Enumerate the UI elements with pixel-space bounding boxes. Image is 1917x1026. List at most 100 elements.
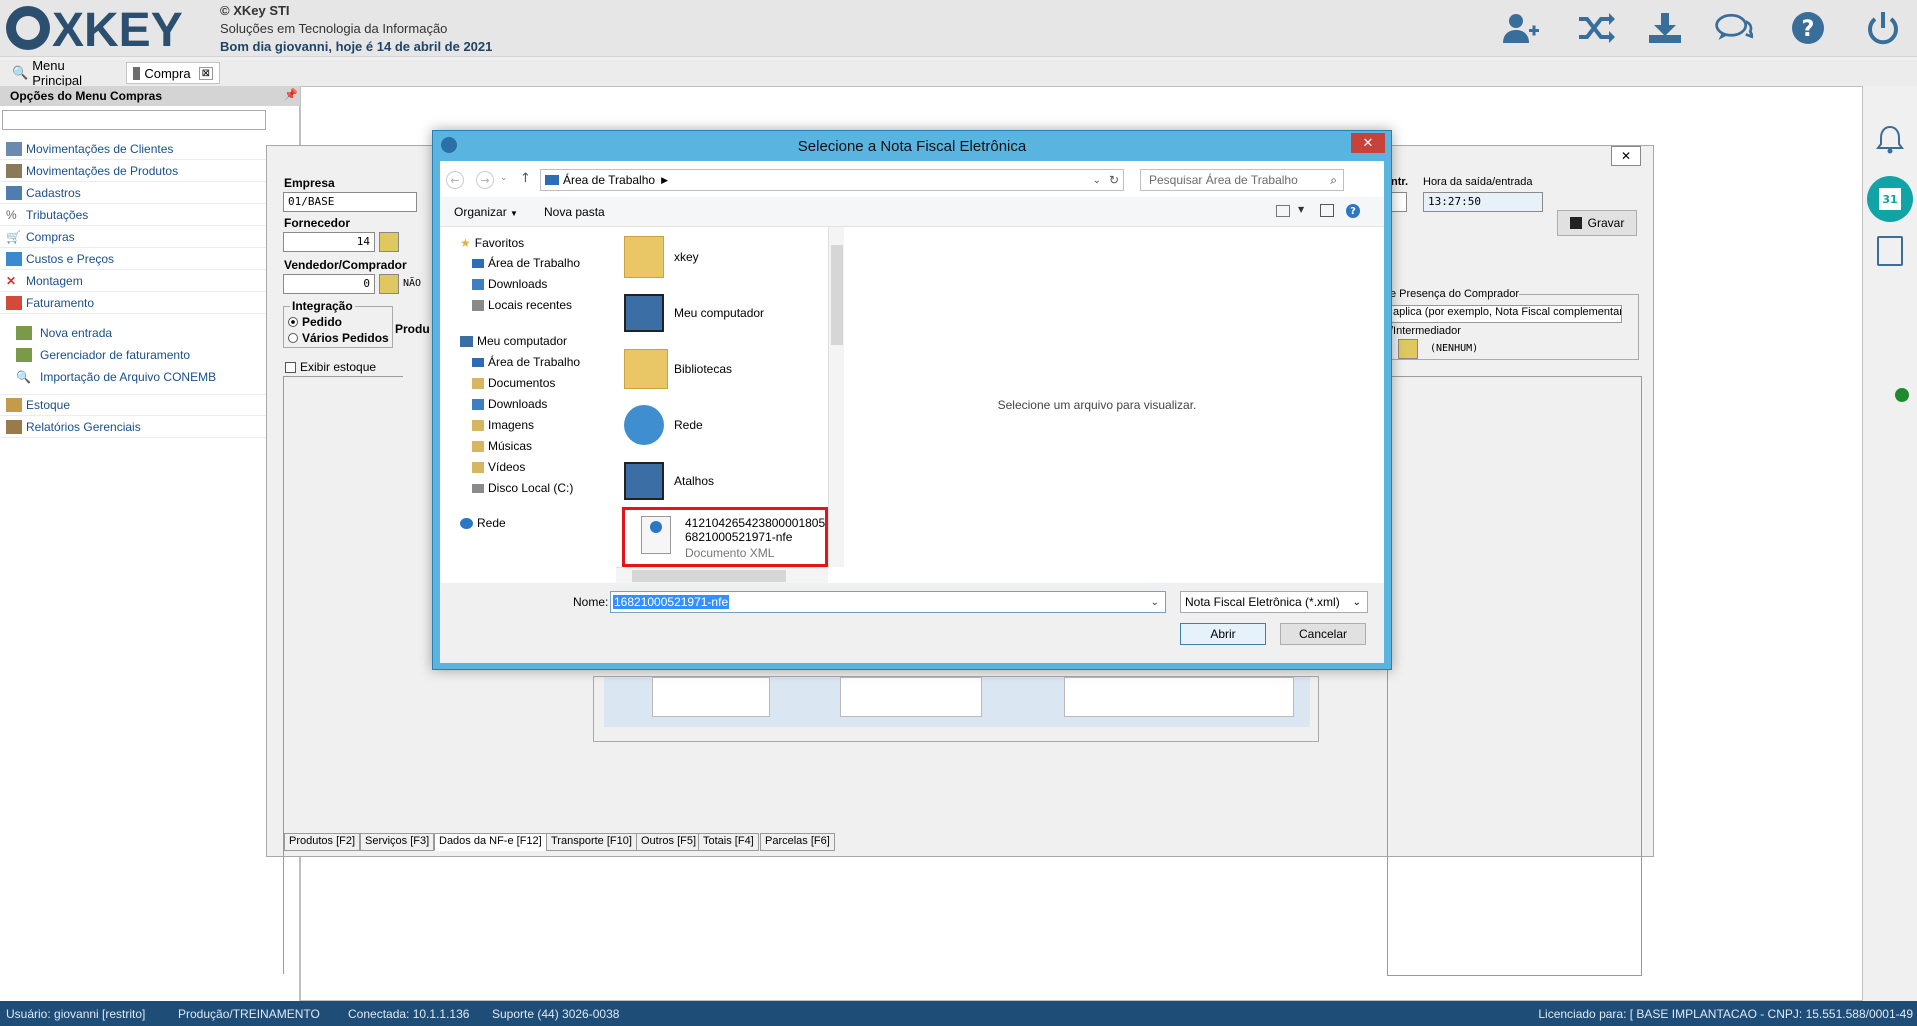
hscroll-thumb[interactable] (632, 570, 786, 582)
address-dropdown-icon[interactable]: ⌄ (1093, 175, 1101, 186)
sidebar-item-tributacoes[interactable]: % Tributações (0, 204, 300, 226)
nav-fav-locais-recentes[interactable]: Locais recentes (472, 295, 572, 315)
nav-fav-downloads[interactable]: Downloads (472, 274, 547, 294)
power-icon[interactable] (1863, 10, 1903, 46)
purchase-close-button[interactable]: ✕ (1611, 146, 1641, 166)
vendedor-input[interactable]: 0 (283, 274, 375, 294)
file-type-select[interactable]: Nota Fiscal Eletrônica (*.xml) ⌄ (1180, 591, 1368, 613)
radio-varios-pedidos[interactable]: Vários Pedidos (288, 331, 389, 345)
stock-icon (6, 398, 22, 412)
gravar-button[interactable]: Gravar (1557, 210, 1637, 236)
nav-pc-disco-local[interactable]: Disco Local (C:) (472, 478, 573, 498)
file-item-atalhos[interactable]: Atalhos (624, 453, 714, 509)
address-bar[interactable]: Área de Trabalho ▶ ⌄ ↻ (540, 169, 1124, 191)
search-input[interactable]: Pesquisar Área de Trabalho ⌕ (1140, 169, 1344, 191)
nav-pc-imagens[interactable]: Imagens (472, 415, 534, 435)
sidebar-item-movimentacoes-produtos[interactable]: Movimentações de Produtos (0, 160, 300, 182)
sidebar-item-montagem[interactable]: ✕ Montagem (0, 270, 300, 292)
tab-menu-principal[interactable]: 🔍 Menu Principal (6, 58, 124, 88)
fornecedor-search-icon[interactable] (379, 232, 399, 252)
chat-icon[interactable] (1713, 10, 1753, 46)
tab-dados-nfe[interactable]: Dados da NF-e [F12] (434, 833, 547, 851)
preview-pane-icon[interactable] (1320, 204, 1334, 217)
view-options-icon[interactable] (1276, 205, 1290, 217)
sidebar-search-input[interactable] (2, 110, 266, 130)
sub-panel-inner (604, 677, 1310, 727)
tab-servicos[interactable]: Serviços [F3] (360, 833, 435, 851)
up-arrow-icon[interactable]: ↑ (520, 171, 531, 186)
nav-pc-area-trabalho[interactable]: Área de Trabalho (472, 352, 580, 372)
hora-label: Hora da saída/entrada (1423, 176, 1533, 188)
sidebar-item-faturamento[interactable]: Faturamento (0, 292, 300, 314)
tab-outros[interactable]: Outros [F5] (636, 833, 702, 851)
forward-arrow-icon[interactable]: → (476, 171, 494, 189)
xml-file-item[interactable]: 41210426542380000180550 6821000521971-nf… (622, 507, 828, 567)
close-tab-icon[interactable]: ⊠ (198, 66, 213, 80)
address-chevron-icon[interactable]: ▶ (661, 175, 668, 186)
subitem-importacao-conemb[interactable]: 🔍 Importação de Arquivo CONEMB (0, 366, 300, 388)
empresa-select[interactable]: 01/BASE (283, 192, 417, 212)
nav-pc-videos[interactable]: Vídeos (472, 457, 525, 477)
nav-favoritos[interactable]: ★ Favoritos (460, 233, 524, 253)
cancelar-button[interactable]: Cancelar (1280, 623, 1366, 645)
history-dropdown-icon[interactable]: ⌄ (500, 173, 508, 183)
help-icon[interactable]: ? (1788, 10, 1828, 46)
dialog-close-button[interactable]: ✕ (1351, 133, 1385, 153)
filename-dropdown-icon[interactable]: ⌄ (1151, 597, 1159, 608)
sidebar-item-estoque[interactable]: Estoque (0, 394, 300, 416)
tab-totais[interactable]: Totais [F4] (698, 833, 759, 851)
file-item-meu-computador[interactable]: Meu computador (624, 285, 764, 341)
nav-fav-area-trabalho[interactable]: Área de Trabalho (472, 253, 580, 273)
notifications-icon[interactable] (1873, 124, 1907, 154)
sidebar-item-compras[interactable]: 🛒 Compras (0, 226, 300, 248)
abrir-button[interactable]: Abrir (1180, 623, 1266, 645)
tab-produtos[interactable]: Produtos [F2] (284, 833, 361, 851)
back-arrow-icon[interactable]: ← (446, 171, 464, 189)
subitem-gerenciador[interactable]: Gerenciador de faturamento (0, 344, 300, 366)
file-type-dropdown-icon[interactable]: ⌄ (1353, 597, 1361, 608)
shuffle-icon[interactable] (1577, 10, 1617, 46)
download-icon[interactable] (1645, 10, 1685, 46)
fornecedor-input[interactable]: 14 (283, 232, 375, 252)
sub-list-2[interactable] (840, 677, 982, 717)
sidebar-item-relatorios[interactable]: Relatórios Gerenciais (0, 416, 300, 438)
view-dropdown-icon[interactable]: ▼ (1298, 205, 1304, 214)
calendar-icon[interactable]: 31 (1867, 176, 1913, 222)
sidebar-item-movimentacoes-clientes[interactable]: Movimentações de Clientes (0, 138, 300, 160)
presenca-select[interactable]: aplica (por exemplo, Nota Fiscal complem… (1390, 305, 1622, 323)
file-list-hscrollbar[interactable] (616, 567, 828, 583)
nav-rede[interactable]: Rede (460, 513, 506, 533)
notebook-icon[interactable] (1877, 236, 1903, 266)
organizar-menu[interactable]: Organizar ▼ (454, 205, 518, 219)
nav-meu-computador[interactable]: Meu computador (460, 331, 567, 351)
add-user-icon[interactable] (1500, 10, 1540, 46)
exibir-estoque-checkbox[interactable]: Exibir estoque (285, 360, 376, 374)
nav-pc-downloads[interactable]: Downloads (472, 394, 547, 414)
vendedor-label: Vendedor/Comprador (284, 258, 407, 272)
tab-bar: 🔍 Menu Principal Compra ⊠ (0, 58, 1917, 88)
nav-pc-documentos[interactable]: Documentos (472, 373, 555, 393)
help-icon[interactable]: ? (1346, 204, 1360, 218)
sub-list-3[interactable] (1064, 677, 1294, 717)
file-item-xkey[interactable]: xkey (624, 229, 699, 285)
file-item-rede[interactable]: Rede (624, 397, 703, 453)
nav-pc-musicas[interactable]: Músicas (472, 436, 532, 456)
pin-icon[interactable]: 📌 (284, 88, 298, 101)
sidebar-item-cadastros[interactable]: Cadastros (0, 182, 300, 204)
filename-input[interactable]: 16821000521971-nfe ⌄ (610, 591, 1166, 613)
file-item-bibliotecas[interactable]: Bibliotecas (624, 341, 732, 397)
sub-list-1[interactable] (652, 677, 770, 717)
tab-compra[interactable]: Compra ⊠ (126, 62, 220, 84)
refresh-icon[interactable]: ↻ (1109, 173, 1119, 187)
nova-pasta-button[interactable]: Nova pasta (544, 205, 605, 219)
search-icon: 🔍 (16, 370, 31, 384)
tab-transporte[interactable]: Transporte [F10] (546, 833, 637, 851)
vendedor-search-icon[interactable] (379, 274, 399, 294)
tab-parcelas[interactable]: Parcelas [F6] (760, 833, 835, 851)
nav-label: Documentos (488, 376, 556, 390)
subitem-nova-entrada[interactable]: Nova entrada (0, 322, 300, 344)
intermediador-search-icon[interactable] (1398, 339, 1418, 359)
hora-input[interactable]: 13:27:50 (1423, 192, 1543, 212)
sidebar-item-custos-precos[interactable]: Custos e Preços (0, 248, 300, 270)
radio-pedido[interactable]: Pedido (288, 315, 342, 329)
